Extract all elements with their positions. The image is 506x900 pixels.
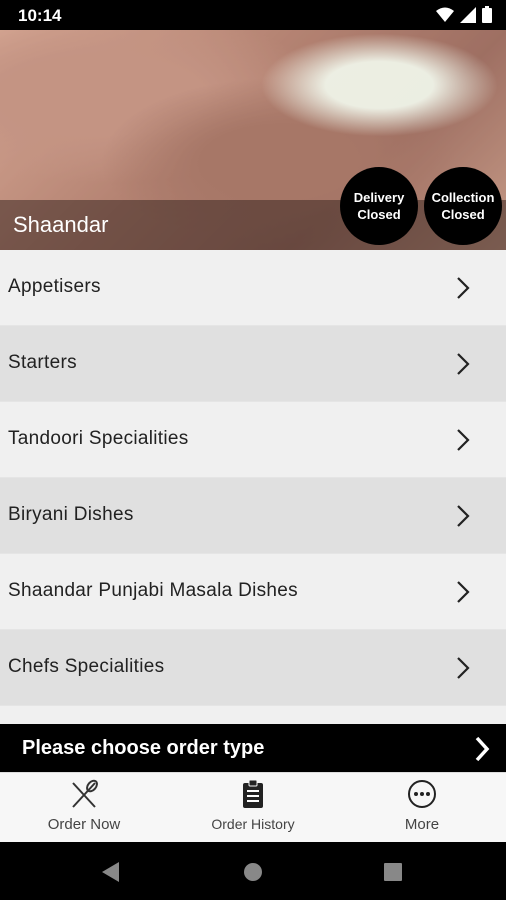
- collection-badge-line2: Closed: [441, 207, 485, 222]
- menu-category-tandoori-specialities[interactable]: Tandoori Specialities: [0, 402, 506, 478]
- menu-category-partial[interactable]: [0, 706, 506, 726]
- chevron-right-icon: [457, 657, 470, 679]
- menu-category-starters[interactable]: Starters: [0, 326, 506, 402]
- menu-category-label: Tandoori Specialities: [8, 428, 189, 449]
- chevron-right-icon: [475, 736, 490, 762]
- tab-more[interactable]: More: [338, 779, 506, 833]
- back-icon[interactable]: [101, 861, 121, 883]
- chevron-right-icon: [457, 505, 470, 527]
- restaurant-name: Shaandar: [13, 212, 109, 237]
- menu-category-appetisers[interactable]: Appetisers: [0, 250, 506, 326]
- status-time: 10:14: [18, 6, 62, 25]
- chevron-right-icon: [457, 353, 470, 375]
- menu-category-label: Appetisers: [8, 276, 101, 297]
- cutlery-icon: [72, 779, 98, 808]
- menu-category-label: Chefs Specialities: [8, 656, 165, 677]
- tab-label: Order History: [211, 816, 295, 832]
- collection-badge-line1: Collection: [431, 190, 495, 205]
- home-icon[interactable]: [243, 862, 263, 882]
- status-icons: [436, 6, 492, 23]
- menu-category-list: Appetisers Starters Tandoori Specialitie…: [0, 250, 506, 726]
- menu-category-biryani-dishes[interactable]: Biryani Dishes: [0, 478, 506, 554]
- tab-order-history[interactable]: Order History: [169, 779, 337, 832]
- system-navigation-bar: [0, 842, 506, 900]
- delivery-badge-line1: Delivery: [353, 190, 405, 205]
- delivery-badge-line2: Closed: [357, 207, 401, 222]
- collection-status-badge[interactable]: Collection Closed: [424, 167, 502, 245]
- order-type-label: Please choose order type: [22, 737, 265, 759]
- tab-label: More: [404, 816, 440, 833]
- chevron-right-icon: [457, 581, 470, 603]
- bottom-tab-bar: Order Now Order History More: [0, 772, 506, 843]
- menu-category-punjabi-masala-dishes[interactable]: Shaandar Punjabi Masala Dishes: [0, 554, 506, 630]
- tab-label: Order Now: [47, 816, 121, 833]
- status-bar: 10:14: [0, 0, 506, 30]
- choose-order-type-bar[interactable]: Please choose order type: [0, 724, 506, 772]
- menu-category-label: Starters: [8, 352, 77, 373]
- menu-category-label: Shaandar Punjabi Masala Dishes: [8, 580, 298, 601]
- chevron-right-icon: [457, 429, 470, 451]
- wifi-icon: [436, 7, 454, 22]
- more-icon: [408, 780, 436, 808]
- battery-icon: [482, 6, 492, 23]
- menu-category-chefs-specialities[interactable]: Chefs Specialities: [0, 630, 506, 706]
- recents-icon[interactable]: [384, 863, 402, 881]
- chevron-right-icon: [457, 277, 470, 299]
- delivery-status-badge[interactable]: Delivery Closed: [340, 167, 418, 245]
- clipboard-icon: [243, 779, 263, 808]
- menu-category-label: Biryani Dishes: [8, 504, 134, 525]
- tab-order-now[interactable]: Order Now: [0, 779, 168, 833]
- signal-icon: [460, 6, 476, 23]
